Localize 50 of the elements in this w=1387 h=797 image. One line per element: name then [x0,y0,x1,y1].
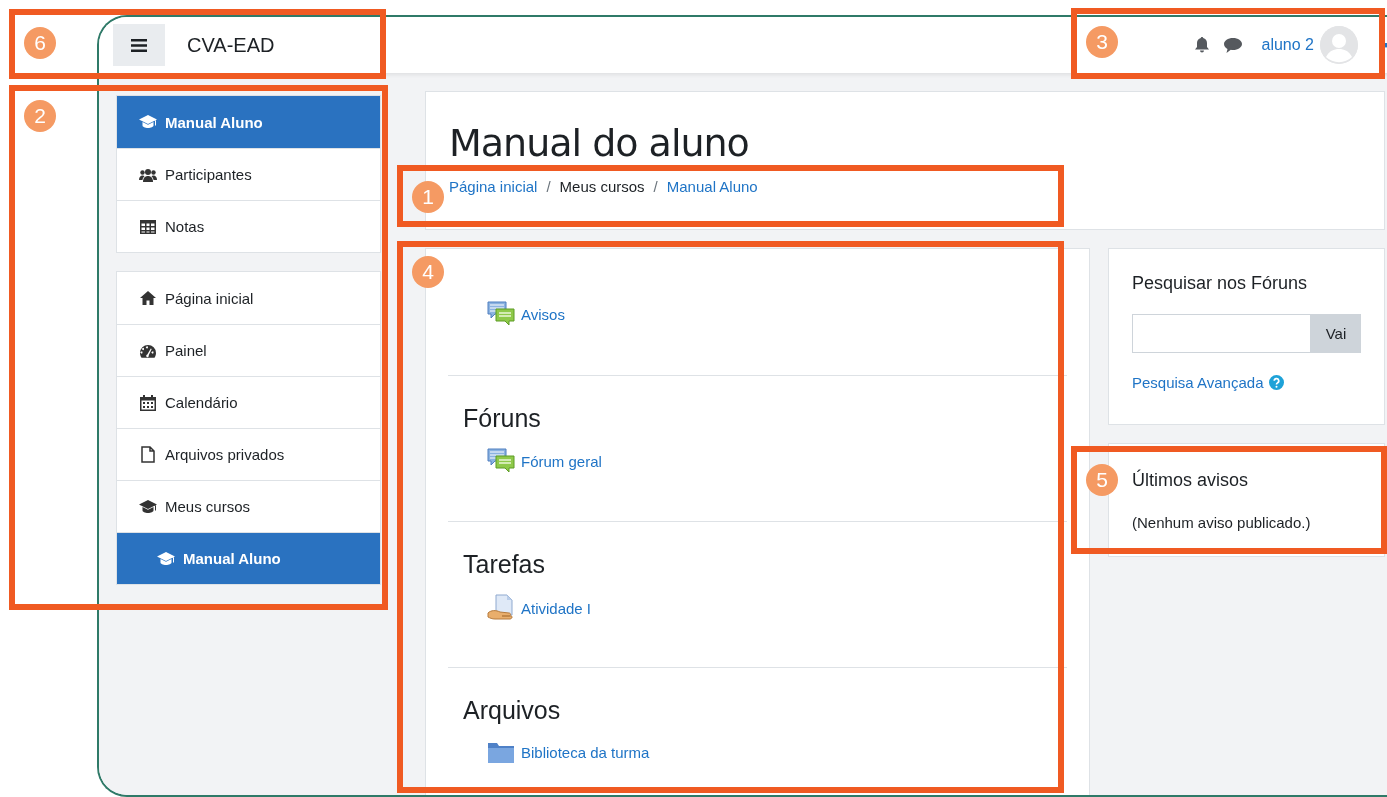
activity-link[interactable]: Atividade I [521,599,592,617]
caret-icon[interactable] [1382,42,1387,48]
user-name-link[interactable]: aluno 2 [1261,36,1314,54]
table-icon [139,219,157,234]
page-title: Manual do aluno [449,120,750,166]
breadcrumb-link[interactable]: Manual Aluno [666,178,758,195]
block-title: Últimos avisos [1132,470,1250,491]
nav-item[interactable]: Painel [117,324,380,376]
nav-item[interactable]: Manual Aluno [117,532,380,584]
hand-document-icon[interactable] [487,594,515,622]
chat-bubbles-icon[interactable] [487,448,515,474]
help-icon[interactable] [1268,375,1284,390]
nav-item[interactable]: Participantes [117,148,380,200]
chat-bubbles-icon[interactable] [487,301,515,327]
search-input-field[interactable] [1132,314,1311,353]
advanced-search-link[interactable]: Pesquisa Avançada [1132,374,1264,391]
section-title: Fóruns [463,403,542,434]
activity-link[interactable]: Biblioteca da turma [521,743,650,761]
graduation-icon [139,115,157,129]
nav-item[interactable]: Calendário [117,376,380,428]
block-title: Pesquisar nos Fóruns [1132,273,1309,294]
bell-icon[interactable] [1193,37,1210,53]
users-icon [139,167,157,182]
breadcrumb-text: Meus cursos [559,178,645,195]
graduation-icon [139,499,157,514]
menu-icon [131,38,147,52]
section-title: Tarefas [463,549,546,580]
breadcrumb-link[interactable]: Página inicial [449,178,538,195]
callout-number: 2 [24,100,56,132]
no-news-text: (Nenhum aviso publicado.) [1132,514,1312,531]
graduation-icon [157,551,175,566]
file-icon [139,446,157,463]
breadcrumb-separator: / [546,178,551,195]
nav-item[interactable]: Manual Aluno [117,96,380,148]
menu-button[interactable] [113,24,165,66]
folder-icon[interactable] [487,740,515,764]
activity-link[interactable]: Avisos [521,305,565,323]
go-button[interactable]: Vai [1311,314,1361,353]
gauge-icon [139,343,157,358]
site-name[interactable]: CVA-EAD [187,33,275,57]
chat-icon[interactable] [1223,37,1242,53]
activity-link[interactable]: Fórum geral [521,452,602,470]
nav-item[interactable]: Página inicial [117,272,380,324]
calendar-icon [139,394,157,411]
callout-number: 6 [24,27,56,59]
home-icon [139,291,157,305]
section-title: Arquivos [463,695,562,726]
nav-item[interactable]: Arquivos privados [117,428,380,480]
breadcrumb-separator: / [653,178,658,195]
nav-item[interactable]: Notas [117,200,380,252]
